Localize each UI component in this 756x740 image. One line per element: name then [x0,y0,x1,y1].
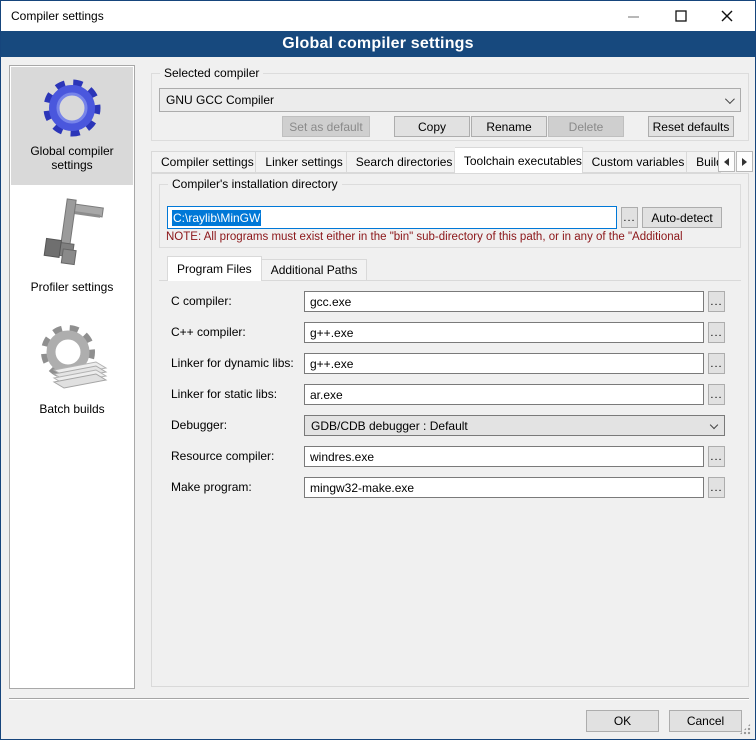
resource-compiler-label: Resource compiler: [171,449,274,463]
gear-blue-icon [40,76,104,140]
window-title: Compiler settings [11,9,104,23]
cpp-compiler-label: C++ compiler: [171,325,246,339]
install-dir-input[interactable]: C:\raylib\MinGW [167,206,617,229]
sidebar: Global compiler settings Profiler settin… [9,65,135,689]
c-compiler-input[interactable] [304,291,704,312]
maximize-icon [675,10,687,22]
tab-scroll-right-button[interactable] [736,151,753,172]
footer-divider [9,698,749,700]
linker-static-label: Linker for static libs: [171,387,277,401]
caliper-icon [35,198,109,276]
compiler-settings-dialog: Compiler settings Global compiler settin… [0,0,756,740]
make-program-label: Make program: [171,480,252,494]
titlebar: Compiler settings [1,1,755,31]
subtab-additional-paths[interactable]: Additional Paths [262,259,368,281]
debugger-dropdown[interactable]: GDB/CDB debugger : Default [304,415,725,436]
chevron-down-icon [710,421,718,429]
maximize-button[interactable] [659,1,703,31]
sidebar-item-global-compiler-settings[interactable]: Global compiler settings [11,67,133,185]
dialog-header: Global compiler settings [1,31,755,57]
linker-dynamic-browse-button[interactable]: ... [708,353,725,374]
cancel-button[interactable]: Cancel [669,710,742,732]
install-dir-note: NOTE: All programs must exist either in … [166,231,742,243]
make-program-browse-button[interactable]: ... [708,477,725,498]
sidebar-item-profiler-settings[interactable]: Profiler settings [11,194,133,302]
close-icon [721,10,733,22]
delete-button[interactable]: Delete [548,116,624,137]
gear-stack-icon [34,318,110,398]
tab-custom-variables[interactable]: Custom variables [583,151,687,173]
tab-scroll-left-button[interactable] [718,151,735,172]
tab-compiler-settings[interactable]: Compiler settings [151,151,256,173]
set-as-default-button[interactable]: Set as default [282,116,370,137]
minimize-button[interactable] [611,1,655,31]
debugger-label: Debugger: [171,418,227,432]
sidebar-item-label: Profiler settings [11,280,133,294]
c-compiler-browse-button[interactable]: ... [708,291,725,312]
main-tabstrip: Compiler settings Linker settings Search… [151,147,721,173]
subtab-program-files[interactable]: Program Files [167,256,262,281]
cpp-compiler-browse-button[interactable]: ... [708,322,725,343]
tab-search-directories[interactable]: Search directories [347,151,455,173]
tab-toolchain-executables[interactable]: Toolchain executables [455,147,583,173]
toolchain-subtabstrip: Program Files Additional Paths [167,256,367,281]
install-dir-group-label: Compiler's installation directory [168,177,342,191]
copy-button[interactable]: Copy [394,116,470,137]
sidebar-item-label: Global compiler settings [11,144,133,172]
sidebar-item-batch-builds[interactable]: Batch builds [11,312,133,424]
resource-compiler-browse-button[interactable]: ... [708,446,725,467]
close-button[interactable] [705,1,749,31]
c-compiler-label: C compiler: [171,294,232,308]
linker-static-browse-button[interactable]: ... [708,384,725,405]
tab-linker-settings[interactable]: Linker settings [256,151,346,173]
arrow-left-icon [724,158,729,166]
ok-button[interactable]: OK [586,710,659,732]
reset-defaults-button[interactable]: Reset defaults [648,116,734,137]
page-title: Global compiler settings [282,35,474,53]
rename-button[interactable]: Rename [471,116,547,137]
selected-compiler-dropdown[interactable]: GNU GCC Compiler [159,88,741,112]
linker-dynamic-label: Linker for dynamic libs: [171,356,294,370]
linker-static-input[interactable] [304,384,704,405]
cpp-compiler-input[interactable] [304,322,704,343]
tab-build-options[interactable]: Build options [687,151,721,173]
make-program-input[interactable] [304,477,704,498]
linker-dynamic-input[interactable] [304,353,704,374]
arrow-right-icon [742,158,747,166]
resource-compiler-input[interactable] [304,446,704,467]
selected-compiler-value: GNU GCC Compiler [166,93,274,107]
autodetect-button[interactable]: Auto-detect [642,207,722,228]
install-dir-selected-text: C:\raylib\MinGW [172,210,261,226]
install-dir-browse-button[interactable]: ... [621,207,638,228]
minimize-icon [628,11,639,22]
debugger-value: GDB/CDB debugger : Default [311,419,468,433]
sidebar-item-label: Batch builds [11,402,133,416]
selected-compiler-group-label: Selected compiler [160,66,263,80]
chevron-down-icon [725,94,735,104]
